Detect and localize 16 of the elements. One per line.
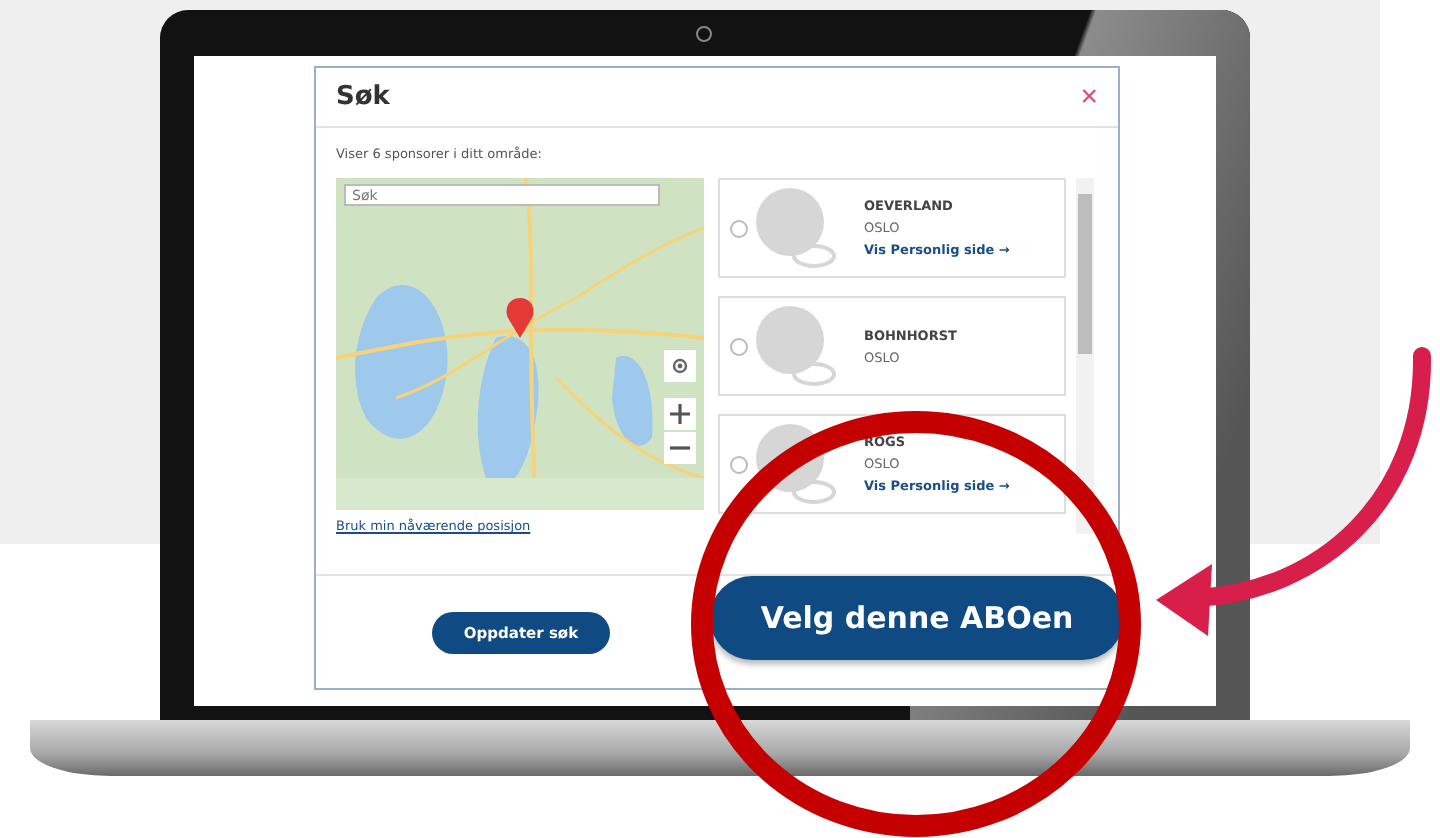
avatar-icon — [754, 186, 842, 270]
scrollbar[interactable] — [1076, 178, 1094, 534]
locate-button[interactable] — [664, 350, 696, 382]
dialog-title: Søk — [336, 82, 390, 112]
zoom-in-button[interactable] — [664, 398, 696, 430]
crosshair-icon — [670, 356, 690, 376]
choose-button[interactable]: Velg denne ABOen — [710, 576, 1124, 660]
avatar-icon — [754, 422, 842, 506]
camera-icon — [696, 26, 712, 42]
close-button[interactable]: × — [1080, 82, 1098, 112]
plus-icon — [670, 404, 690, 424]
avatar-icon — [754, 304, 842, 388]
radio-button[interactable] — [730, 337, 748, 355]
radio-button[interactable] — [730, 219, 748, 237]
zoom-out-button[interactable] — [664, 432, 696, 464]
radio-button[interactable] — [730, 455, 748, 473]
